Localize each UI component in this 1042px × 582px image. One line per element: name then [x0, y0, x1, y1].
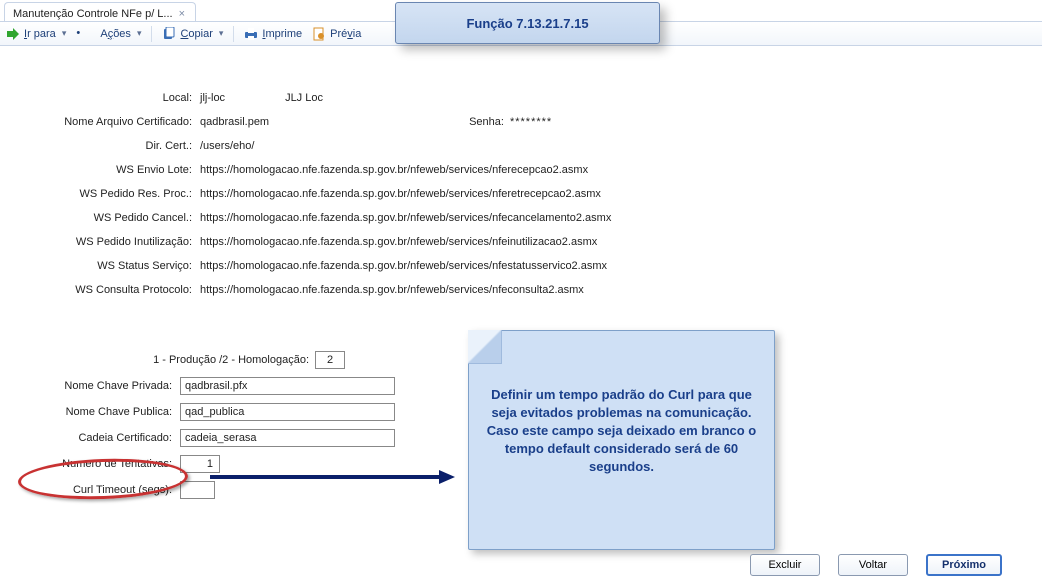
- ws-pedido-cancel-value: https://homologacao.nfe.fazenda.sp.gov.b…: [200, 206, 611, 230]
- local-extra: JLJ Loc: [285, 86, 323, 110]
- ws-pedido-res-label: WS Pedido Res. Proc.:: [20, 182, 200, 206]
- nome-arq-cert-label: Nome Arquivo Certificado:: [20, 110, 200, 134]
- ws-consulta-label: WS Consulta Protocolo:: [20, 278, 200, 302]
- ws-envio-label: WS Envio Lote:: [20, 158, 200, 182]
- nome-arq-cert-value: qadbrasil.pem: [200, 110, 269, 134]
- voltar-button[interactable]: Voltar: [838, 554, 908, 576]
- dir-cert-label: Dir. Cert.:: [20, 134, 200, 158]
- proximo-button[interactable]: Próximo: [926, 554, 1002, 576]
- excluir-button[interactable]: Excluir: [750, 554, 820, 576]
- ws-pedido-inut-value: https://homologacao.nfe.fazenda.sp.gov.b…: [200, 230, 597, 254]
- printer-icon: [244, 27, 258, 41]
- copy-icon: [162, 27, 176, 41]
- imprime-button[interactable]: Imprime: [244, 27, 302, 41]
- prod-hom-value: 2: [327, 347, 333, 373]
- previa-button[interactable]: Prévia: [312, 27, 361, 41]
- bullet-icon: •: [76, 27, 90, 41]
- prod-hom-label: 1 - Produção /2 - Homologação:: [20, 347, 315, 373]
- ws-pedido-inut-label: WS Pedido Inutilização:: [20, 230, 200, 254]
- local-label: Local:: [20, 86, 200, 110]
- chave-pub-label: Nome Chave Publica:: [20, 399, 180, 425]
- chave-pub-input[interactable]: qad_publica: [180, 403, 395, 421]
- ws-pedido-cancel-label: WS Pedido Cancel.:: [20, 206, 200, 230]
- ir-para-button[interactable]: Ir para: [6, 27, 66, 41]
- tentativas-value: 1: [207, 451, 213, 477]
- close-icon[interactable]: ×: [179, 8, 185, 20]
- ws-status-label: WS Status Serviço:: [20, 254, 200, 278]
- copiar-label: opiar: [188, 28, 212, 40]
- function-badge-text: Função 7.13.21.7.15: [466, 16, 588, 31]
- senha-value: ********: [510, 110, 552, 134]
- imprime-label: mprime: [265, 28, 302, 40]
- function-badge: Função 7.13.21.7.15: [395, 2, 660, 44]
- preview-icon: [312, 27, 326, 41]
- chave-priv-value: qadbrasil.pfx: [185, 373, 247, 399]
- ws-consulta-value: https://homologacao.nfe.fazenda.sp.gov.b…: [200, 278, 584, 302]
- chave-priv-input[interactable]: qadbrasil.pfx: [180, 377, 395, 395]
- separator: [233, 26, 234, 42]
- senha-label: Senha:: [469, 110, 504, 134]
- chave-priv-label: Nome Chave Privada:: [20, 373, 180, 399]
- ws-pedido-res-value: https://homologacao.nfe.fazenda.sp.gov.b…: [200, 182, 601, 206]
- dir-cert-value: /users/eho/: [200, 134, 254, 158]
- tentativas-input[interactable]: 1: [180, 455, 220, 473]
- folded-corner-icon: [468, 330, 502, 364]
- tab-label: Manutenção Controle NFe p/ L...: [13, 8, 173, 20]
- cadeia-value: cadeia_serasa: [185, 425, 257, 451]
- curl-timeout-input[interactable]: [180, 481, 215, 499]
- ir-para-label: r para: [27, 28, 56, 40]
- copiar-button[interactable]: Copiar: [162, 27, 223, 41]
- tab-manutencao-nfe[interactable]: Manutenção Controle NFe p/ L... ×: [4, 2, 196, 21]
- chave-pub-value: qad_publica: [185, 399, 244, 425]
- tentativas-label: Numero de Tentativas:: [20, 451, 180, 477]
- local-value: jlj-loc: [200, 86, 225, 110]
- prod-hom-input[interactable]: 2: [315, 351, 345, 369]
- ws-status-value: https://homologacao.nfe.fazenda.sp.gov.b…: [200, 254, 607, 278]
- callout-note: Definir um tempo padrão do Curl para que…: [468, 330, 775, 550]
- cadeia-label: Cadeia Certificado:: [20, 425, 180, 451]
- acoes-button[interactable]: Ações: [100, 28, 141, 40]
- arrow-right-icon: [6, 27, 20, 41]
- cadeia-input[interactable]: cadeia_serasa: [180, 429, 395, 447]
- button-row: Excluir Voltar Próximo: [750, 554, 1002, 576]
- ws-envio-value: https://homologacao.nfe.fazenda.sp.gov.b…: [200, 158, 588, 182]
- callout-text: Definir um tempo padrão do Curl para que…: [487, 387, 757, 474]
- separator: [151, 26, 152, 42]
- curl-timeout-label: Curl Timeout (segs):: [20, 477, 180, 503]
